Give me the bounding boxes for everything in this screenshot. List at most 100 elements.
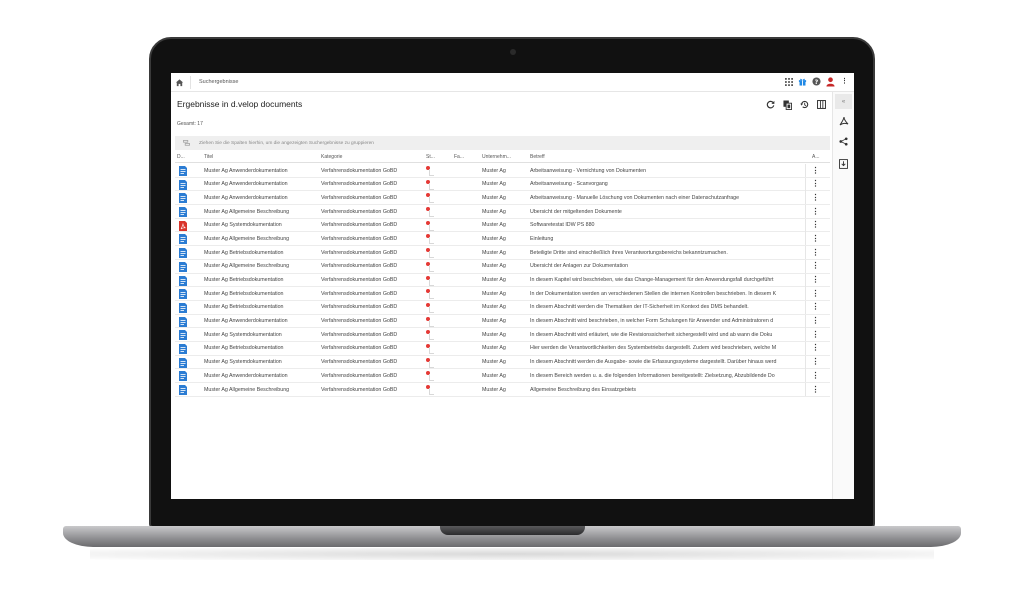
status-indicator xyxy=(425,233,435,245)
more-vert-icon: ⋮ xyxy=(811,247,820,257)
row-menu-button[interactable]: ⋮ xyxy=(805,369,825,383)
row-menu-button[interactable]: ⋮ xyxy=(805,246,825,260)
word-doc-icon[interactable] xyxy=(179,316,187,327)
cell-unternehmen: Muster Ag xyxy=(482,331,506,338)
cell-unternehmen: Muster Ag xyxy=(482,235,506,242)
cell-titel: Muster Ag Allgemeine Beschreibung xyxy=(204,208,290,215)
table-row[interactable]: Muster Ag Betriebsdokumentation Verfahre… xyxy=(175,246,830,260)
row-menu-button[interactable]: ⋮ xyxy=(805,218,825,232)
table-row[interactable]: Muster Ag Betriebsdokumentation Verfahre… xyxy=(175,341,830,356)
cell-unternehmen: Muster Ag xyxy=(482,194,506,201)
cell-kategorie: Verfahrensdokumentation GoBD xyxy=(321,304,398,311)
row-menu-button[interactable]: ⋮ xyxy=(805,273,825,287)
collapse-panel-button[interactable]: « xyxy=(835,94,852,109)
table-row[interactable]: Muster Ag Allgemeine Beschreibung Verfah… xyxy=(175,259,830,274)
word-doc-icon[interactable] xyxy=(179,207,187,218)
row-menu-button[interactable]: ⋮ xyxy=(805,164,825,177)
home-icon[interactable] xyxy=(175,78,184,87)
table-row[interactable]: Muster Ag Anwenderdokumentation Verfahre… xyxy=(175,164,830,178)
pdf-doc-icon[interactable] xyxy=(179,220,187,231)
table-row[interactable]: Muster Ag Betriebsdokumentation Verfahre… xyxy=(175,300,830,315)
word-doc-icon[interactable] xyxy=(179,275,187,286)
cell-titel: Muster Ag Betriebsdokumentation xyxy=(204,345,284,352)
row-menu-button[interactable]: ⋮ xyxy=(805,191,825,205)
table-row[interactable]: Muster Ag Anwenderdokumentation Verfahre… xyxy=(175,369,830,383)
share-button[interactable] xyxy=(835,134,852,149)
user-avatar-icon[interactable] xyxy=(825,76,836,87)
download-button[interactable] xyxy=(835,156,852,171)
word-doc-icon[interactable] xyxy=(179,385,187,395)
word-doc-icon[interactable] xyxy=(179,261,187,272)
cell-betreff: Softwaretestat IDW PS 880 xyxy=(530,222,595,229)
more-vert-icon[interactable]: ⋮ xyxy=(839,76,850,87)
row-menu-button[interactable]: ⋮ xyxy=(805,259,825,273)
word-doc-icon[interactable] xyxy=(179,371,187,382)
row-menu-button[interactable]: ⋮ xyxy=(805,314,825,328)
row-menu-button[interactable]: ⋮ xyxy=(805,177,825,191)
apps-grid-icon[interactable] xyxy=(783,76,794,87)
table-row[interactable]: Muster Ag Betriebsdokumentation Verfahre… xyxy=(175,273,830,288)
column-header-actions[interactable]: A... xyxy=(812,154,826,160)
word-doc-icon[interactable] xyxy=(179,166,187,176)
word-doc-icon[interactable] xyxy=(179,179,187,190)
word-doc-icon[interactable] xyxy=(179,193,187,204)
status-indicator xyxy=(425,206,435,218)
row-menu-button[interactable]: ⋮ xyxy=(805,287,825,301)
table-row[interactable]: Muster Ag Anwenderdokumentation Verfahre… xyxy=(175,177,830,192)
cell-betreff: Übersicht der Anlagen zur Dokumentation xyxy=(530,263,629,270)
pdf-view-button[interactable] xyxy=(835,113,852,128)
more-vert-icon: ⋮ xyxy=(811,316,820,326)
column-header-betreff[interactable]: Betreff xyxy=(530,154,730,160)
word-doc-icon[interactable] xyxy=(179,302,187,313)
column-header-kategorie[interactable]: Kategorie xyxy=(321,154,421,160)
cell-kategorie: Verfahrensdokumentation GoBD xyxy=(321,345,398,352)
table-row[interactable]: Muster Ag Anwenderdokumentation Verfahre… xyxy=(175,314,830,329)
refresh-icon[interactable] xyxy=(765,99,776,110)
table-row[interactable]: Muster Ag Allgemeine Beschreibung Verfah… xyxy=(175,205,830,219)
history-icon[interactable] xyxy=(799,99,810,110)
status-indicator xyxy=(425,288,435,300)
table-row[interactable]: Muster Ag Systemdokumentation Verfahrens… xyxy=(175,355,830,370)
cell-betreff: In diesem Kapitel wird beschrieben, wie … xyxy=(530,277,774,283)
column-settings-icon[interactable] xyxy=(816,99,827,110)
row-menu-button[interactable]: ⋮ xyxy=(805,300,825,314)
row-menu-button[interactable]: ⋮ xyxy=(805,232,825,246)
cell-kategorie: Verfahrensdokumentation GoBD xyxy=(321,359,398,366)
gift-icon[interactable] xyxy=(797,76,808,87)
group-by-icon xyxy=(183,139,190,146)
help-icon[interactable]: ? xyxy=(811,76,822,87)
cell-kategorie: Verfahrensdokumentation GoBD xyxy=(321,372,398,379)
more-vert-icon: ⋮ xyxy=(811,261,820,271)
column-header-status[interactable]: St... xyxy=(426,154,448,160)
word-doc-icon[interactable] xyxy=(179,289,187,300)
cell-unternehmen: Muster Ag xyxy=(482,277,506,283)
table-row[interactable]: Muster Ag Betriebsdokumentation Verfahre… xyxy=(175,287,830,301)
table-row[interactable]: Muster Ag Systemdokumentation Verfahrens… xyxy=(175,328,830,342)
column-header-unternehmen[interactable]: Unternehm... xyxy=(482,154,524,160)
table-row[interactable]: Muster Ag Allgemeine Beschreibung Verfah… xyxy=(175,383,830,397)
word-doc-icon[interactable] xyxy=(179,330,187,341)
column-header-titel[interactable]: Titel xyxy=(204,154,314,160)
word-doc-icon[interactable] xyxy=(179,343,187,354)
row-menu-button[interactable]: ⋮ xyxy=(805,205,825,219)
word-doc-icon[interactable] xyxy=(179,248,187,259)
row-menu-button[interactable]: ⋮ xyxy=(805,383,825,396)
table-row[interactable]: Muster Ag Anwenderdokumentation Verfahre… xyxy=(175,191,830,206)
word-doc-icon[interactable] xyxy=(179,234,187,245)
breadcrumb[interactable]: Suchergebnisse xyxy=(199,79,238,85)
chevrons-left-icon: « xyxy=(841,98,846,105)
row-menu-button[interactable]: ⋮ xyxy=(805,328,825,342)
copy-documents-icon[interactable] xyxy=(782,99,793,110)
cell-betreff: Arbeitsanweisung - Scanvorgang xyxy=(530,181,608,188)
more-vert-icon: ⋮ xyxy=(811,220,820,230)
table-row[interactable]: Muster Ag Allgemeine Beschreibung Verfah… xyxy=(175,232,830,247)
column-header-fa[interactable]: Fa... xyxy=(454,154,476,160)
column-header-doc[interactable]: D... xyxy=(177,154,189,160)
more-vert-icon: ⋮ xyxy=(811,343,820,353)
table-row[interactable]: Muster Ag Systemdokumentation Verfahrens… xyxy=(175,218,830,233)
word-doc-icon[interactable] xyxy=(179,357,187,368)
row-menu-button[interactable]: ⋮ xyxy=(805,341,825,355)
group-drop-zone[interactable]: Ziehen Sie die Spalten hierhin, um die a… xyxy=(175,136,830,150)
row-menu-button[interactable]: ⋮ xyxy=(805,355,825,369)
side-rail: « xyxy=(833,92,854,499)
